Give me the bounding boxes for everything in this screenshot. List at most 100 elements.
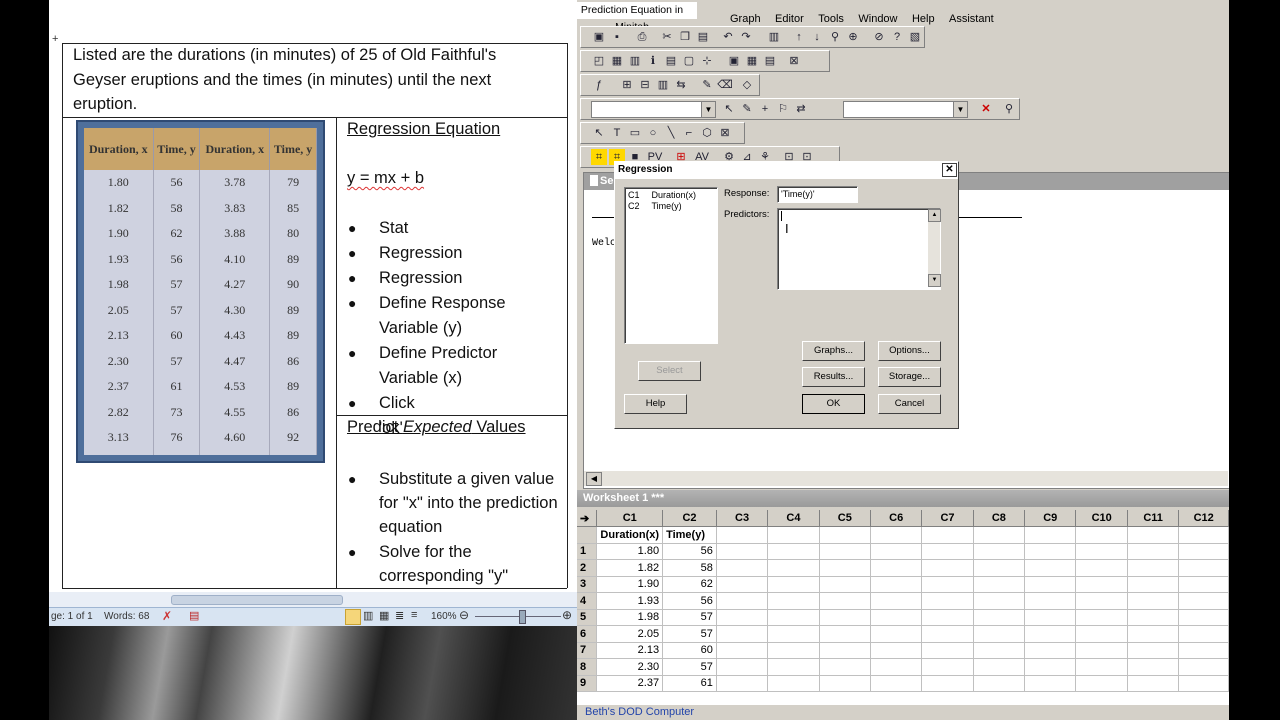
text-tool-icon[interactable]: T (609, 125, 625, 141)
zoom-level[interactable]: 160% (431, 611, 457, 622)
worksheet-cell[interactable] (1075, 592, 1128, 610)
proofing-icon[interactable]: ✗ (162, 609, 172, 623)
pen-icon[interactable]: ✎ (739, 101, 755, 117)
column-name-cell[interactable] (767, 526, 820, 544)
worksheet-table[interactable]: ➔ C1 C2 C3 C4 C5 C6 C7 C8 C9 C10 C11 C12 Duration(x)… (577, 510, 1229, 692)
find-icon[interactable]: ⚲ (827, 29, 843, 45)
column-header[interactable]: C8 (973, 510, 1026, 527)
worksheet-cell[interactable] (1024, 642, 1077, 659)
worksheet-cell[interactable] (973, 625, 1026, 643)
worksheet-cell[interactable] (1075, 642, 1128, 659)
worksheet-cell[interactable] (819, 609, 871, 626)
menu-window[interactable]: Window (858, 13, 897, 25)
row-number[interactable]: 2 (577, 559, 598, 577)
worksheet-cell[interactable] (1178, 592, 1229, 610)
graphs-button[interactable]: Graphs... (802, 341, 865, 361)
cut-icon[interactable]: ✂ (659, 29, 675, 45)
column-name-cell[interactable] (819, 526, 871, 544)
worksheet-cell[interactable] (1024, 576, 1077, 593)
worksheet-cell[interactable]: 57 (662, 625, 717, 643)
worksheet-cell[interactable] (1178, 642, 1229, 659)
worksheet-cell[interactable]: 2.30 (596, 658, 664, 676)
response-field[interactable]: 'Time(y)' (777, 186, 858, 203)
insert-rows-icon[interactable]: ⊟ (637, 77, 653, 93)
table-row[interactable]: 2 1.82 58 (577, 559, 1229, 577)
row-number[interactable]: 3 (577, 576, 598, 593)
macro-icon[interactable]: ▤ (189, 609, 199, 622)
worksheet-cell[interactable]: 56 (662, 543, 717, 560)
column-name-cell[interactable] (973, 526, 1026, 544)
worksheet-cell[interactable] (1024, 592, 1077, 610)
worksheet-cell[interactable]: 1.82 (596, 559, 664, 577)
arrow-down-icon[interactable]: ↓ (809, 29, 825, 45)
worksheet-cell[interactable] (921, 625, 974, 643)
worksheet-cell[interactable] (1178, 675, 1229, 692)
show-worksheet-icon[interactable]: ▦ (609, 53, 625, 69)
zoom-find-icon[interactable]: ⊕ (845, 29, 861, 45)
draft-icon[interactable]: ≡ (411, 609, 417, 621)
scroll-down-icon[interactable]: ▼ (928, 274, 941, 287)
worksheet-cell[interactable] (767, 675, 820, 692)
list-item[interactable]: C1 Duration(x) (628, 190, 696, 200)
column-header[interactable]: C10 (1075, 510, 1128, 527)
worksheet-cell[interactable] (1127, 543, 1180, 560)
worksheet-list-icon[interactable]: ▦ (744, 53, 760, 69)
worksheet-cell[interactable] (973, 592, 1026, 610)
list-item[interactable]: C2 Time(y) (628, 201, 682, 211)
word-count[interactable]: Words: 68 (104, 611, 149, 622)
menu-graph[interactable]: Graph (730, 13, 761, 25)
worksheet-cell[interactable] (1127, 559, 1180, 577)
ok-button[interactable]: OK (802, 394, 865, 414)
table-row[interactable]: 7 2.13 60 (577, 642, 1229, 659)
formula-icon[interactable]: ƒ (591, 77, 607, 93)
worksheet-cell[interactable] (716, 609, 769, 626)
column-name-cell[interactable] (716, 526, 769, 544)
worksheet-cell[interactable] (973, 576, 1026, 593)
history-icon[interactable]: ▤ (663, 53, 679, 69)
column-header[interactable]: C3 (716, 510, 769, 527)
worksheet-cell[interactable] (870, 609, 923, 626)
worksheet-cell[interactable] (716, 543, 769, 560)
worksheet-cell[interactable] (1178, 609, 1229, 626)
column-header[interactable]: C2 (662, 510, 717, 527)
worksheet-cell[interactable] (819, 559, 871, 577)
worksheet-cell[interactable] (1024, 625, 1077, 643)
worksheet-cell[interactable] (1127, 625, 1180, 643)
table-row[interactable]: 9 2.37 61 (577, 675, 1229, 692)
related-docs-icon[interactable]: ▢ (681, 53, 697, 69)
worksheet-cell[interactable] (1178, 576, 1229, 593)
worksheet-cell[interactable]: 62 (662, 576, 717, 593)
table-row[interactable]: 6 2.05 57 (577, 625, 1229, 643)
help-icon[interactable]: ? (889, 29, 905, 45)
table-row[interactable]: 5 1.98 57 (577, 609, 1229, 626)
worksheet-cell[interactable] (767, 609, 820, 626)
predictors-field[interactable]: I ▲ ▼ (777, 208, 941, 290)
edit-last-dialog-icon[interactable]: ▥ (766, 29, 782, 45)
worksheet-cell[interactable] (1024, 675, 1077, 692)
help-button[interactable]: Help (624, 394, 687, 414)
close-all-graphs-icon[interactable]: ⊠ (786, 53, 802, 69)
worksheet-cell[interactable] (819, 592, 871, 610)
worksheet-cell[interactable] (819, 642, 871, 659)
worksheet-cell[interactable] (973, 642, 1026, 659)
worksheet-cell[interactable]: 2.05 (596, 625, 664, 643)
worksheet-cell[interactable] (716, 642, 769, 659)
print-icon[interactable]: ⎙ (634, 29, 650, 45)
polyline-icon[interactable]: ⌐ (681, 125, 697, 141)
paste-icon[interactable]: ▤ (695, 29, 711, 45)
cancel-icon[interactable]: ⊘ (871, 29, 887, 45)
column-name-cell[interactable] (1075, 526, 1128, 544)
options-button[interactable]: Options... (878, 341, 941, 361)
worksheet-cell[interactable] (921, 592, 974, 610)
worksheet-cell[interactable] (1178, 543, 1229, 560)
full-screen-reading-icon[interactable]: ▥ (363, 609, 373, 622)
worksheet-cell[interactable] (921, 559, 974, 577)
print-layout-icon[interactable] (345, 609, 361, 625)
worksheet-cell[interactable] (921, 576, 974, 593)
columns-listbox[interactable]: C1 Duration(x) C2 Time(y) (624, 187, 718, 344)
arrow-up-icon[interactable]: ↑ (791, 29, 807, 45)
column-header[interactable]: C11 (1127, 510, 1180, 527)
worksheet-cell[interactable] (1024, 559, 1077, 577)
row-number[interactable]: 6 (577, 625, 598, 643)
worksheet-cell[interactable] (716, 559, 769, 577)
